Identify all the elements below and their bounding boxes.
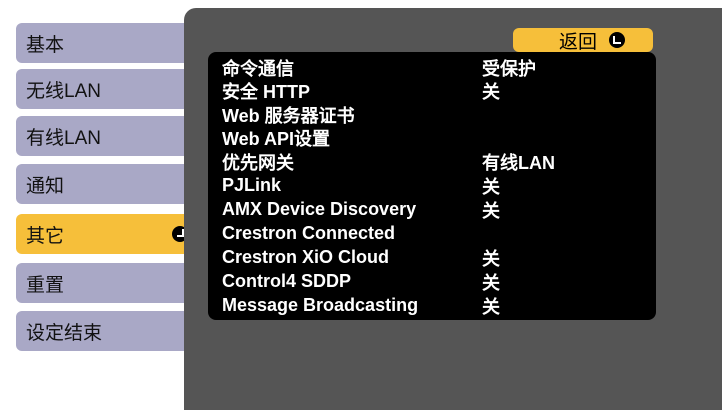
settings-row-web-server-certificate[interactable]: Web 服务器证书 xyxy=(222,103,652,126)
row-value: 关 xyxy=(482,176,500,197)
sidebar-item-wireless-lan[interactable]: 无线LAN xyxy=(16,69,196,109)
return-arrow-icon xyxy=(609,32,625,48)
back-button-label: 返回 xyxy=(558,31,597,53)
row-value: 关 xyxy=(482,81,500,102)
row-label: 优先网关 xyxy=(222,152,294,173)
row-label: Crestron Connected xyxy=(222,223,396,243)
settings-row-pjlink[interactable]: PJLink 关 xyxy=(222,174,652,197)
row-label: Crestron XiO Cloud xyxy=(222,247,390,267)
settings-row-command-communication[interactable]: 命令通信 受保护 xyxy=(222,56,652,79)
settings-row-amx-device-discovery[interactable]: AMX Device Discovery 关 xyxy=(222,198,652,221)
settings-row-message-broadcasting[interactable]: Message Broadcasting 关 xyxy=(222,294,652,317)
sidebar-item-label: 无线LAN xyxy=(26,80,101,102)
row-label: Web API设置 xyxy=(222,128,331,149)
row-label: Control4 SDDP xyxy=(222,271,352,291)
sidebar-item-label: 基本 xyxy=(26,34,65,56)
settings-row-priority-gateway[interactable]: 优先网关 有线LAN xyxy=(222,150,652,173)
row-label: Message Broadcasting xyxy=(222,295,419,315)
row-value: 有线LAN xyxy=(482,152,555,173)
sidebar-item-label: 通知 xyxy=(26,175,65,197)
settings-row-crestron-connected[interactable]: Crestron Connected xyxy=(222,222,652,245)
row-value: 关 xyxy=(482,272,500,293)
settings-row-crestron-xio-cloud[interactable]: Crestron XiO Cloud 关 xyxy=(222,246,652,269)
row-value: 关 xyxy=(482,248,500,269)
sidebar-item-notification[interactable]: 通知 xyxy=(16,164,196,204)
sidebar-item-basic[interactable]: 基本 xyxy=(16,23,196,63)
sidebar-item-label: 其它 xyxy=(26,225,65,247)
sidebar-item-setup-complete[interactable]: 设定结束 xyxy=(16,311,196,351)
sidebar-item-label: 设定结束 xyxy=(26,322,103,344)
sidebar-item-reset[interactable]: 重置 xyxy=(16,263,196,303)
row-value: 关 xyxy=(482,296,500,317)
sidebar-item-label: 重置 xyxy=(26,274,65,296)
settings-row-web-api[interactable]: Web API设置 xyxy=(222,126,652,149)
row-label: 安全 HTTP xyxy=(222,81,310,102)
row-value: 关 xyxy=(482,200,500,221)
sidebar-item-other[interactable]: 其它 xyxy=(16,214,196,254)
sidebar-menu: 基本 无线LAN 有线LAN 通知 其它 重置 设定结束 xyxy=(0,0,196,410)
settings-row-control4-sddp[interactable]: Control4 SDDP 关 xyxy=(222,270,652,293)
row-label: AMX Device Discovery xyxy=(222,199,417,219)
sidebar-item-label: 有线LAN xyxy=(26,127,101,149)
settings-row-secure-http[interactable]: 安全 HTTP 关 xyxy=(222,79,652,102)
row-label: PJLink xyxy=(222,175,282,195)
sidebar-item-wired-lan[interactable]: 有线LAN xyxy=(16,116,196,156)
back-button[interactable]: 返回 xyxy=(513,28,653,53)
